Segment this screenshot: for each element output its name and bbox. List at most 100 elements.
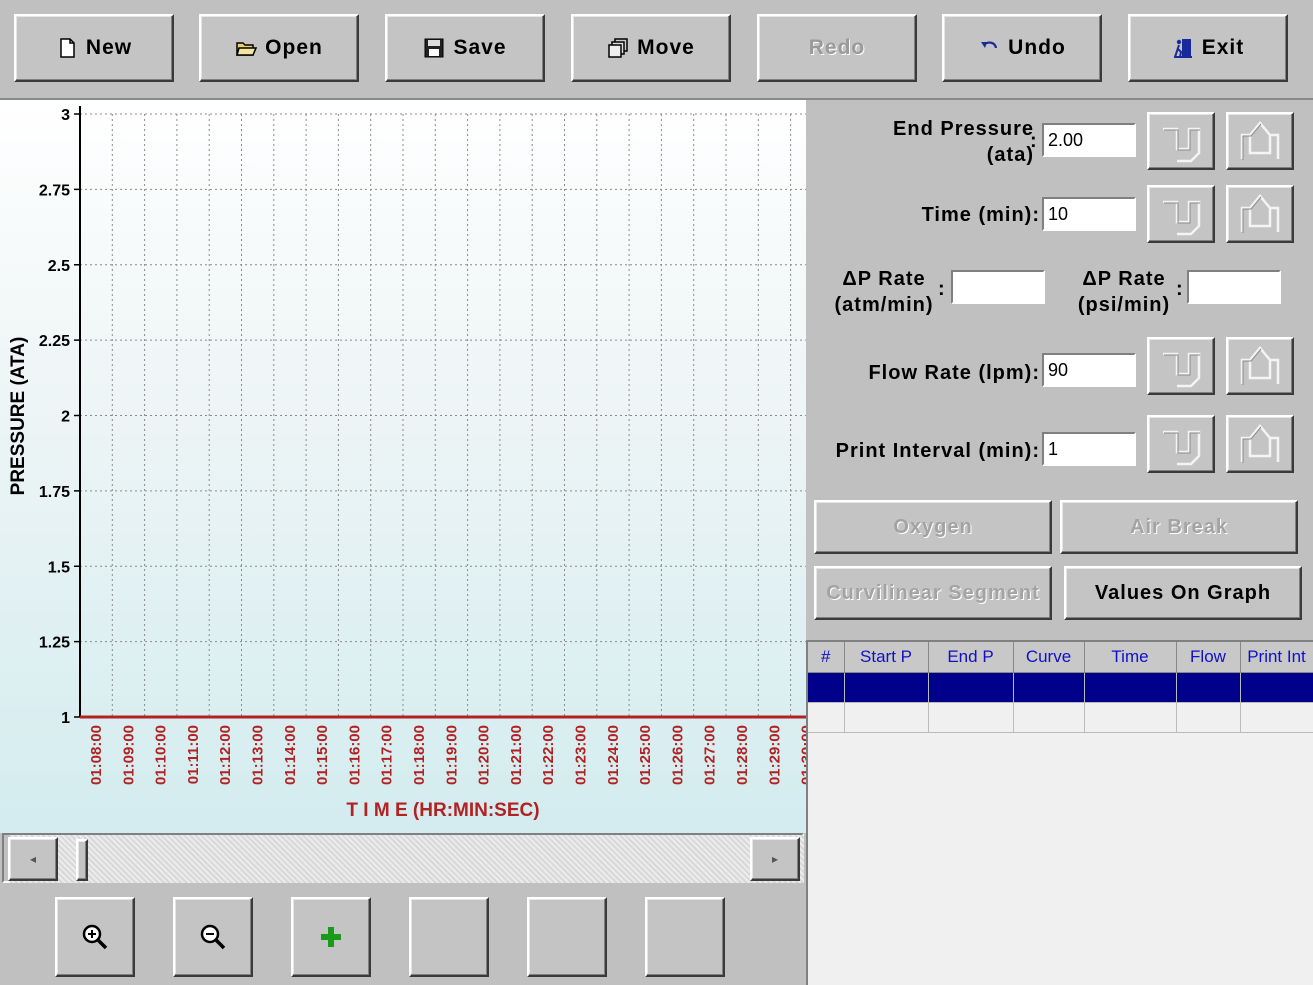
end-pressure-step-up-button[interactable] bbox=[1226, 112, 1294, 170]
segment-parameters-panel: End Pressure (ata) : Time (min): ΔP Rate… bbox=[806, 100, 1313, 640]
segments-table-panel: # Start P End P Curve Time Flow Print In… bbox=[806, 640, 1313, 985]
table-cell[interactable] bbox=[1013, 702, 1085, 733]
undo-button[interactable]: Undo bbox=[942, 14, 1102, 82]
table-cell[interactable] bbox=[808, 702, 845, 733]
column-header-print-int[interactable]: Print Int bbox=[1240, 642, 1313, 673]
scroll-right-button[interactable]: ▸ bbox=[750, 837, 800, 881]
dp-rate-atm-label: ΔP Rate (atm/min) bbox=[834, 268, 934, 316]
move-copy-icon bbox=[608, 38, 628, 58]
table-cell[interactable] bbox=[928, 702, 1014, 733]
move-button[interactable]: Move bbox=[571, 14, 731, 82]
open-button[interactable]: Open bbox=[199, 14, 359, 82]
y-axis-label: PRESSURE (ATA) bbox=[8, 337, 29, 496]
table-cell[interactable] bbox=[1176, 672, 1241, 703]
flow-rate-step-up-button[interactable] bbox=[1226, 337, 1294, 395]
print-interval-label: Print Interval (min): bbox=[835, 440, 1040, 462]
add-segment-button[interactable] bbox=[291, 897, 371, 977]
x-tick-label: 01:24:00 bbox=[605, 725, 622, 785]
exit-button[interactable]: Exit bbox=[1128, 14, 1288, 82]
y-tick-label: 2.75 bbox=[39, 182, 70, 199]
time-scrollbar[interactable]: ◂ ▸ bbox=[2, 833, 804, 883]
step-up-icon bbox=[1240, 194, 1280, 233]
zoom-out-button[interactable] bbox=[173, 897, 253, 977]
new-file-icon bbox=[60, 38, 75, 58]
x-tick-label: 01:18:00 bbox=[411, 725, 428, 785]
time-input[interactable] bbox=[1042, 197, 1136, 231]
time-step-up-button[interactable] bbox=[1226, 185, 1294, 243]
exit-door-icon bbox=[1173, 39, 1192, 58]
time-step-down-button[interactable] bbox=[1147, 185, 1215, 243]
blank-tool-button-2[interactable] bbox=[527, 897, 607, 977]
oxygen-button-label: Oxygen bbox=[893, 515, 973, 538]
y-tick-label: 2.5 bbox=[48, 258, 70, 275]
chart-canvas: 3 2.75 2.5 2.25 2 1.75 1.5 1.25 1 01:08:00 01:09:… bbox=[8, 106, 806, 821]
column-header-flow[interactable]: Flow bbox=[1176, 642, 1241, 673]
x-tick-label: 01:30:00 bbox=[799, 725, 806, 785]
table-cell[interactable] bbox=[1240, 672, 1313, 703]
scrollbar-thumb[interactable] bbox=[76, 839, 88, 881]
blank-tool-button-1[interactable] bbox=[409, 897, 489, 977]
new-button[interactable]: New bbox=[14, 14, 174, 82]
dp-rate-atm-input[interactable] bbox=[951, 270, 1045, 304]
values-on-graph-label: Values On Graph bbox=[1094, 581, 1272, 604]
end-pressure-step-down-button[interactable] bbox=[1147, 112, 1215, 170]
x-tick-label: 01:16:00 bbox=[346, 725, 363, 785]
table-cell[interactable] bbox=[844, 672, 929, 703]
colon-1: : bbox=[1030, 130, 1038, 152]
column-header-end-p[interactable]: End P bbox=[928, 642, 1014, 673]
end-pressure-input[interactable] bbox=[1042, 123, 1136, 157]
table-cell[interactable] bbox=[1084, 702, 1177, 733]
column-header-curve[interactable]: Curve bbox=[1013, 642, 1085, 673]
print-interval-step-down-button[interactable] bbox=[1147, 415, 1215, 473]
flow-rate-input[interactable] bbox=[1042, 353, 1136, 387]
step-up-icon bbox=[1240, 424, 1280, 463]
dp-rate-psi-input[interactable] bbox=[1187, 270, 1281, 304]
x-tick-label: 01:20:00 bbox=[476, 725, 493, 785]
table-cell[interactable] bbox=[1176, 702, 1241, 733]
open-folder-icon bbox=[236, 42, 258, 56]
table-cell[interactable] bbox=[1240, 702, 1313, 733]
y-tick-label: 2.25 bbox=[39, 333, 70, 350]
table-cell[interactable] bbox=[1084, 672, 1177, 703]
x-tick-label: 01:14:00 bbox=[282, 725, 299, 785]
table-cell[interactable] bbox=[844, 702, 929, 733]
colon-4: : bbox=[1176, 278, 1184, 300]
curvilinear-segment-button[interactable]: Curvilinear Segment bbox=[814, 566, 1052, 620]
flow-rate-step-down-button[interactable] bbox=[1147, 337, 1215, 395]
redo-button[interactable]: Redo bbox=[757, 14, 917, 82]
y-tick-label: 3 bbox=[61, 107, 70, 124]
table-row-selected[interactable] bbox=[808, 672, 1313, 703]
y-tick-labels: 3 2.75 2.5 2.25 2 1.75 1.5 1.25 1 bbox=[39, 107, 70, 727]
colon-3: : bbox=[938, 278, 946, 300]
scroll-left-button[interactable]: ◂ bbox=[8, 837, 58, 881]
table-cell[interactable] bbox=[808, 672, 845, 703]
time-label: Time (min): bbox=[921, 204, 1040, 226]
x-tick-label: 01:15:00 bbox=[314, 725, 331, 785]
step-up-icon bbox=[1240, 346, 1280, 385]
table-header-row: # Start P End P Curve Time Flow Print In… bbox=[808, 642, 1313, 673]
segments-table: # Start P End P Curve Time Flow Print In… bbox=[808, 642, 1313, 733]
x-tick-label: 01:22:00 bbox=[540, 725, 557, 785]
column-header-time[interactable]: Time bbox=[1084, 642, 1177, 673]
values-on-graph-button[interactable]: Values On Graph bbox=[1064, 566, 1302, 620]
x-tick-label: 01:28:00 bbox=[734, 725, 751, 785]
table-cell[interactable] bbox=[928, 672, 1014, 703]
table-row[interactable] bbox=[808, 702, 1313, 733]
move-button-label: Move bbox=[637, 36, 695, 59]
step-up-icon bbox=[1240, 121, 1280, 160]
new-button-label: New bbox=[85, 36, 133, 59]
blank-tool-button-3[interactable] bbox=[645, 897, 725, 977]
zoom-in-button[interactable] bbox=[55, 897, 135, 977]
print-interval-input[interactable] bbox=[1042, 432, 1136, 466]
print-interval-step-up-button[interactable] bbox=[1226, 415, 1294, 473]
column-header-number[interactable]: # bbox=[808, 642, 845, 673]
table-cell[interactable] bbox=[1013, 672, 1085, 703]
floppy-disk-icon bbox=[424, 38, 444, 58]
air-break-button[interactable]: Air Break bbox=[1060, 500, 1298, 554]
scrollbar-track[interactable] bbox=[10, 835, 804, 883]
x-tick-label: 01:19:00 bbox=[443, 725, 460, 785]
save-button[interactable]: Save bbox=[385, 14, 545, 82]
chevron-right-icon: ▸ bbox=[771, 852, 779, 866]
column-header-start-p[interactable]: Start P bbox=[844, 642, 929, 673]
oxygen-button[interactable]: Oxygen bbox=[814, 500, 1052, 554]
